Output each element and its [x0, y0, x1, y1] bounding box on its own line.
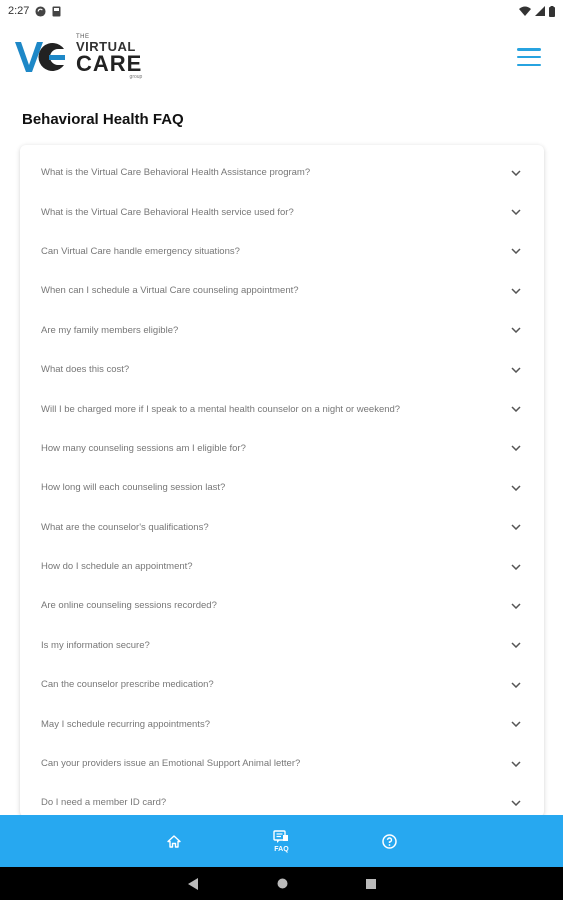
- app-header: THE VIRTUAL CARE group: [0, 22, 563, 92]
- status-left: 2:27: [8, 5, 61, 17]
- chevron-down-icon: [509, 166, 523, 180]
- android-home-button[interactable]: [277, 878, 288, 889]
- faq-item[interactable]: How long will each counseling session la…: [20, 468, 544, 507]
- faq-item[interactable]: Are online counseling sessions recorded?: [20, 586, 544, 625]
- chevron-down-icon: [509, 796, 523, 810]
- back-triangle-icon: [187, 877, 198, 890]
- menu-bar-middle: [517, 55, 541, 59]
- nav-faq[interactable]: FAQ: [261, 829, 301, 853]
- faq-item[interactable]: Do I need a member ID card?: [20, 783, 544, 817]
- nav-home[interactable]: [154, 834, 194, 848]
- faq-question: Will I be charged more if I speak to a m…: [41, 403, 401, 415]
- faq-item[interactable]: Is my information secure?: [20, 626, 544, 665]
- faq-item[interactable]: Will I be charged more if I speak to a m…: [20, 389, 544, 428]
- status-time: 2:27: [8, 5, 30, 17]
- faq-question: What are the counselor's qualifications?: [41, 521, 209, 533]
- faq-item[interactable]: What are the counselor's qualifications?: [20, 508, 544, 547]
- chevron-down-icon: [509, 757, 523, 771]
- vcg-logo-mark-icon: [15, 42, 65, 72]
- chevron-down-icon: [509, 481, 523, 495]
- faq-item[interactable]: What is the Virtual Care Behavioral Heal…: [20, 192, 544, 231]
- faq-item[interactable]: What is the Virtual Care Behavioral Heal…: [20, 153, 544, 192]
- faq-item[interactable]: Can your providers issue an Emotional Su…: [20, 744, 544, 783]
- faq-question: What is the Virtual Care Behavioral Heal…: [41, 167, 311, 179]
- chevron-down-icon: [509, 560, 523, 574]
- chevron-down-icon: [509, 284, 523, 298]
- home-circle-icon: [277, 878, 287, 889]
- faq-question: Can your providers issue an Emotional Su…: [41, 758, 301, 770]
- faq-question: Can Virtual Care handle emergency situat…: [41, 245, 240, 257]
- faq-icon: [273, 829, 289, 843]
- nav-faq-label: FAQ: [274, 845, 289, 853]
- faq-question: May I schedule recurring appointments?: [41, 718, 210, 730]
- faq-question: What is the Virtual Care Behavioral Heal…: [41, 206, 294, 218]
- android-back-button[interactable]: [187, 877, 199, 890]
- faq-question: How many counseling sessions am I eligib…: [41, 442, 246, 454]
- chevron-down-icon: [509, 717, 523, 731]
- recents-square-icon: [365, 878, 376, 889]
- sync-notification-icon: [35, 5, 46, 17]
- faq-question: What does this cost?: [41, 364, 130, 376]
- faq-item[interactable]: How do I schedule an appointment?: [20, 547, 544, 586]
- faq-question: Can the counselor prescribe medication?: [41, 679, 214, 691]
- battery-icon: [549, 5, 555, 17]
- faq-question: How do I schedule an appointment?: [41, 561, 193, 573]
- logo-care: CARE: [76, 51, 143, 76]
- chevron-down-icon: [509, 520, 523, 534]
- faq-list: What is the Virtual Care Behavioral Heal…: [20, 145, 544, 817]
- faq-item[interactable]: Can the counselor prescribe medication?: [20, 665, 544, 704]
- chevron-down-icon: [509, 363, 523, 377]
- logo-group: group: [129, 74, 143, 80]
- nav-help[interactable]: [369, 833, 409, 849]
- home-icon: [167, 834, 181, 848]
- logo-wordmark: THE VIRTUAL CARE group: [76, 34, 142, 80]
- chevron-down-icon: [509, 244, 523, 258]
- menu-bar-bottom: [517, 63, 541, 66]
- wifi-icon: [519, 6, 531, 16]
- faq-item[interactable]: How many counseling sessions am I eligib…: [20, 429, 544, 468]
- help-question-icon: [381, 833, 397, 849]
- chevron-down-icon: [509, 599, 523, 613]
- virtual-care-logo[interactable]: THE VIRTUAL CARE group: [14, 34, 142, 80]
- status-bar: 2:27: [0, 0, 563, 22]
- faq-item[interactable]: What does this cost?: [20, 350, 544, 389]
- android-nav-bar: [0, 867, 563, 900]
- faq-question: Are online counseling sessions recorded?: [41, 600, 217, 612]
- bottom-nav: FAQ: [0, 815, 563, 867]
- chevron-down-icon: [509, 441, 523, 455]
- cellular-signal-icon: [535, 6, 545, 16]
- hamburger-menu-icon[interactable]: [517, 48, 541, 66]
- faq-item[interactable]: When can I schedule a Virtual Care couns…: [20, 271, 544, 310]
- faq-item[interactable]: Can Virtual Care handle emergency situat…: [20, 232, 544, 271]
- android-recents-button[interactable]: [365, 878, 376, 889]
- chevron-down-icon: [509, 402, 523, 416]
- faq-question: How long will each counseling session la…: [41, 482, 226, 494]
- page-title: Behavioral Health FAQ: [22, 111, 184, 128]
- faq-question: Is my information secure?: [41, 639, 150, 651]
- faq-question: Are my family members eligible?: [41, 324, 179, 336]
- chevron-down-icon: [509, 678, 523, 692]
- faq-question: When can I schedule a Virtual Care couns…: [41, 285, 299, 297]
- status-right: [519, 5, 555, 17]
- menu-bar-top: [517, 48, 541, 51]
- faq-item[interactable]: Are my family members eligible?: [20, 311, 544, 350]
- storage-notification-icon: [52, 6, 61, 16]
- faq-question: Do I need a member ID card?: [41, 797, 167, 809]
- faq-item[interactable]: May I schedule recurring appointments?: [20, 704, 544, 743]
- chevron-down-icon: [509, 638, 523, 652]
- chevron-down-icon: [509, 205, 523, 219]
- chevron-down-icon: [509, 323, 523, 337]
